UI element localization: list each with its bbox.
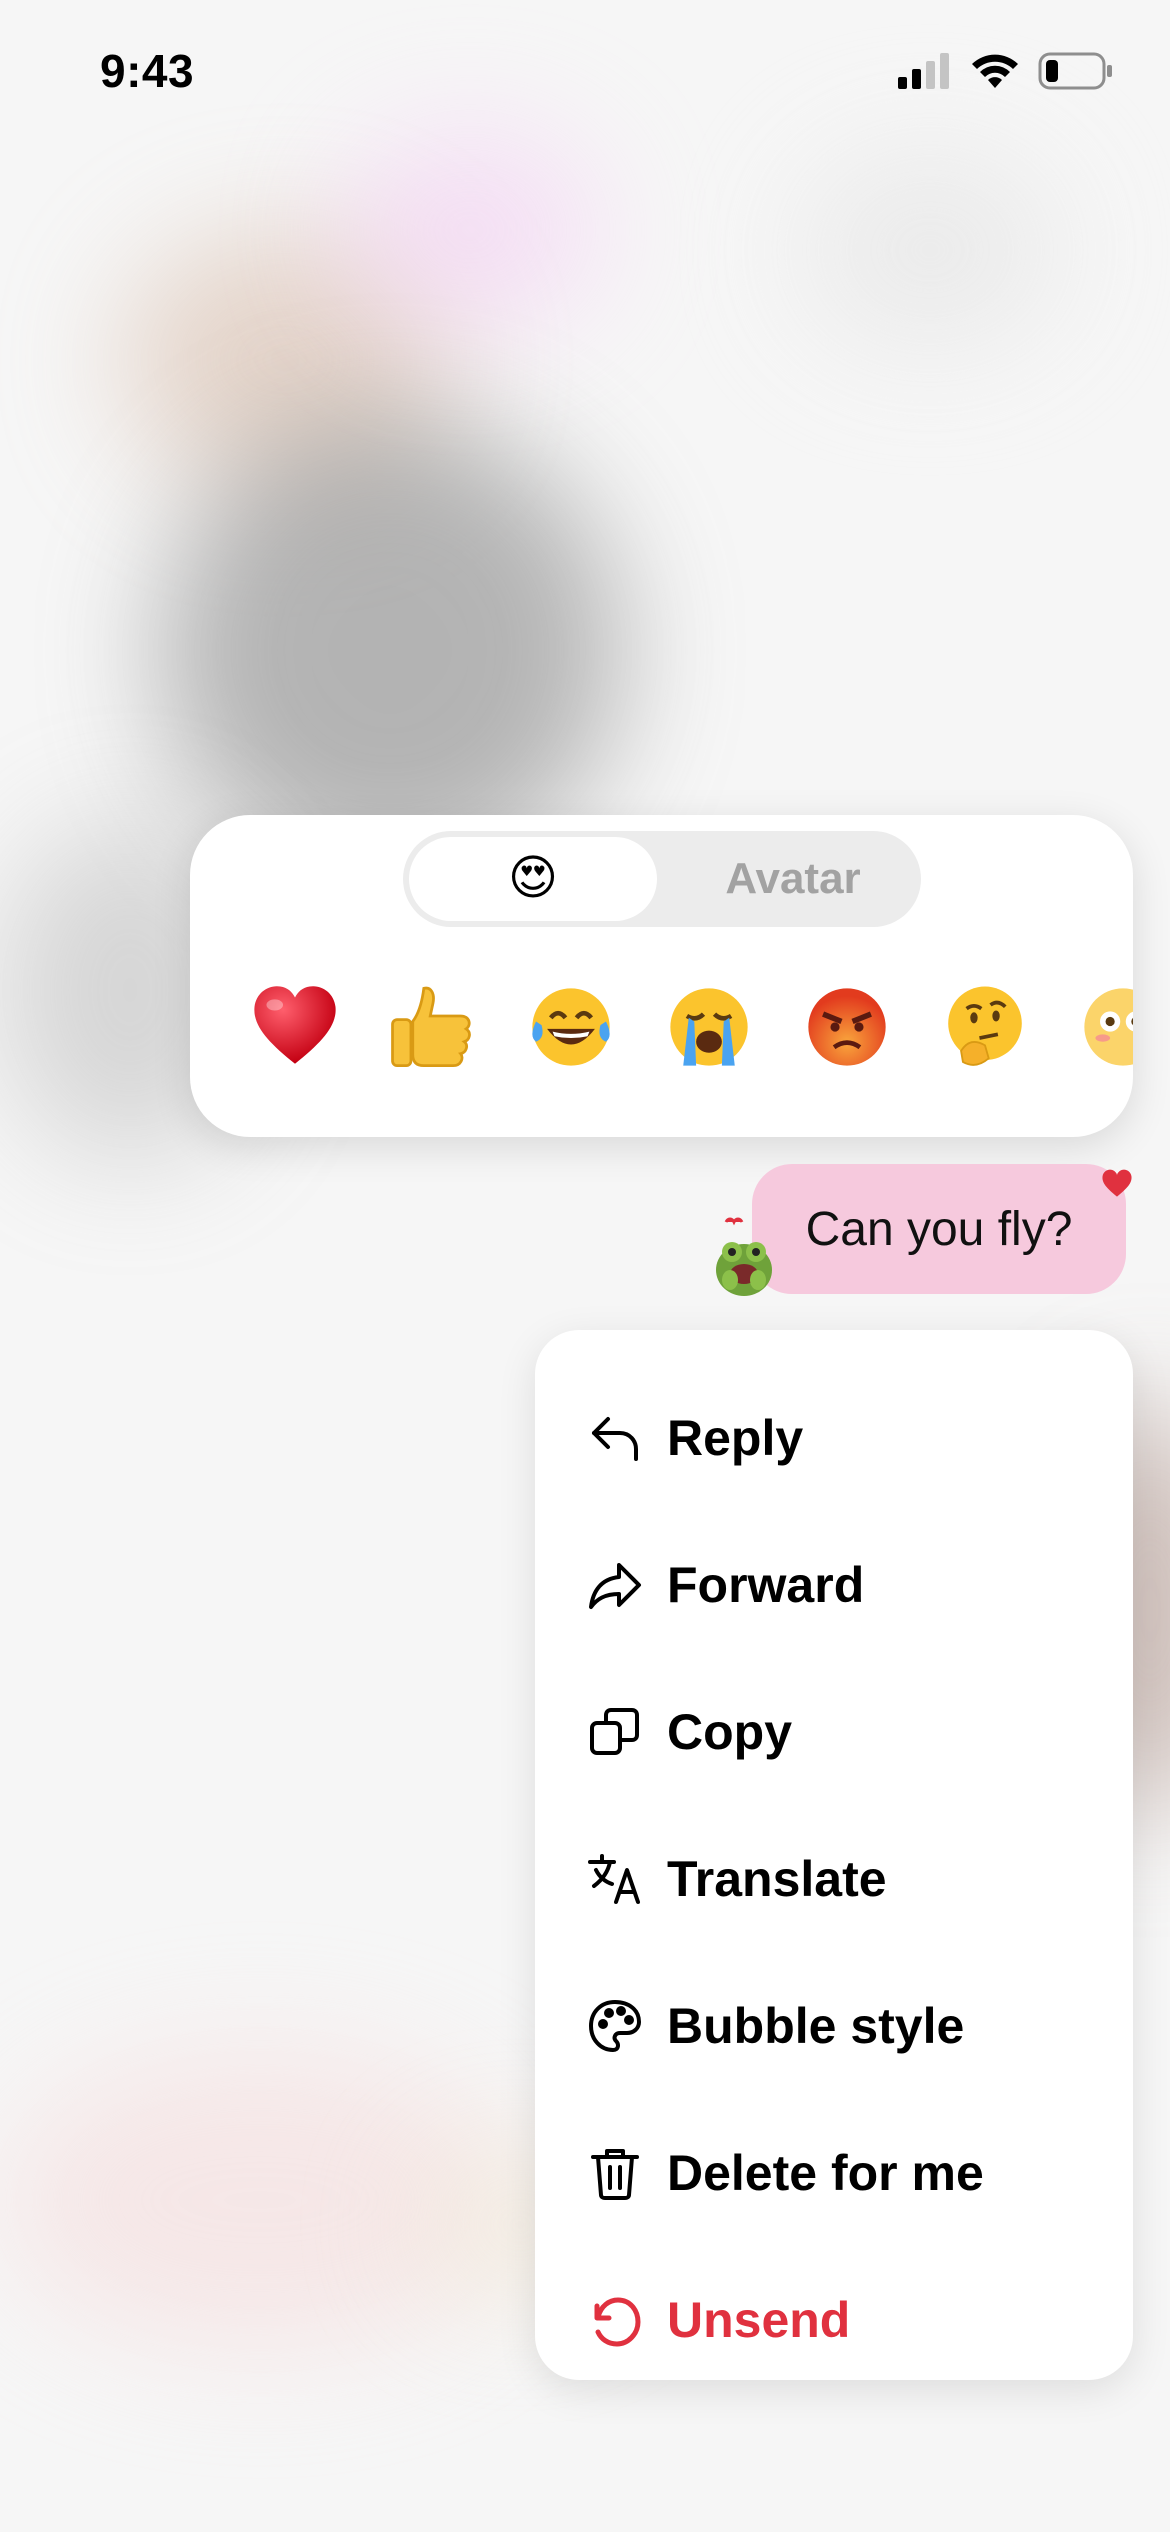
reaction-crying[interactable] — [662, 980, 756, 1074]
menu-item-label: Reply — [667, 1409, 804, 1466]
frog-sticker-icon — [716, 1217, 772, 1296]
message-text: Can you fly? — [805, 1202, 1073, 1256]
reaction-thumbs-up[interactable] — [386, 980, 480, 1074]
heart-eyes-emoji-tab-label: 😍 — [507, 852, 559, 905]
menu-item-delete-for-me[interactable]: Delete for me — [535, 2099, 1133, 2246]
message-context-menu: Reply Forward Copy Translate Bubble styl… — [535, 1330, 1133, 2380]
palette-icon — [585, 1996, 645, 2056]
menu-item-label: Translate — [667, 1850, 887, 1907]
menu-item-copy[interactable]: Copy — [535, 1658, 1133, 1805]
reaction-angry[interactable] — [800, 980, 894, 1074]
menu-item-label: Copy — [667, 1703, 792, 1760]
menu-item-label: Unsend — [667, 2291, 851, 2348]
menu-item-label: Bubble style — [667, 1997, 965, 2054]
forward-icon — [585, 1555, 645, 1615]
undo-icon — [585, 2290, 645, 2350]
reply-icon — [585, 1408, 645, 1468]
status-time: 9:43 — [100, 45, 195, 97]
menu-item-forward[interactable]: Forward — [535, 1511, 1133, 1658]
translate-icon — [585, 1849, 645, 1909]
menu-item-label: Delete for me — [667, 2144, 984, 2201]
reaction-tears-of-joy[interactable] — [524, 980, 618, 1074]
menu-item-translate[interactable]: Translate — [535, 1805, 1133, 1952]
menu-item-bubble-style[interactable]: Bubble style — [535, 1952, 1133, 2099]
reaction-thinking[interactable] — [938, 980, 1032, 1074]
tab-avatar[interactable]: Avatar — [665, 831, 921, 927]
menu-item-unsend[interactable]: Unsend — [535, 2246, 1133, 2393]
reaction-flushed[interactable] — [1076, 980, 1133, 1074]
status-icons — [898, 52, 1114, 90]
message-bubble[interactable]: Can you fly? — [752, 1164, 1126, 1294]
emoji-row — [248, 980, 1133, 1090]
wifi-icon — [972, 54, 1018, 88]
heart-reaction-badge-icon — [1102, 1169, 1132, 1197]
cellular-signal-icon — [898, 53, 949, 89]
menu-item-reply[interactable]: Reply — [535, 1364, 1133, 1511]
trash-icon — [585, 2143, 645, 2203]
battery-icon — [1038, 52, 1112, 90]
reaction-picker: 😍 Avatar — [190, 815, 1133, 1137]
menu-item-label: Forward — [667, 1556, 865, 1613]
reaction-type-segmented-control: 😍 Avatar — [403, 831, 921, 927]
copy-icon — [585, 1702, 645, 1762]
tab-emoji-reactions[interactable]: 😍 — [409, 837, 657, 921]
reaction-heart[interactable] — [248, 980, 342, 1074]
